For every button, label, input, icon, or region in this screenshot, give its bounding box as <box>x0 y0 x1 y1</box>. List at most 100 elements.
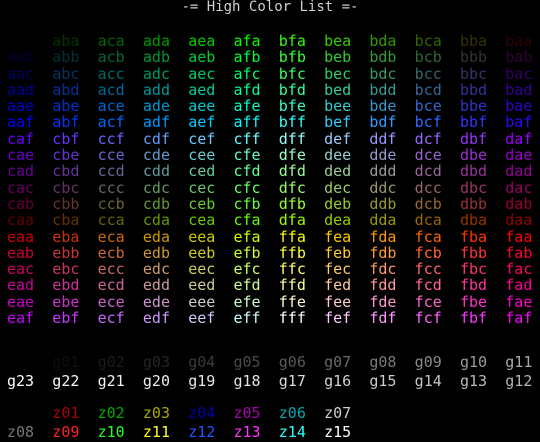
color-swatch-label: eed <box>188 276 216 295</box>
color-swatch-label: bfc <box>278 64 306 83</box>
terminal-color-grid: z00 z01 z02 z03 z04 z05 z06 z07 z08 z09 z10 z11 z12 z… <box>7 404 540 441</box>
color-swatch-label: aca <box>97 32 125 50</box>
color-swatch-label: acc <box>97 64 125 83</box>
color-swatch-label: ccc <box>97 178 125 197</box>
color-swatch-label: dbc <box>459 178 488 197</box>
color-swatch-label: ccf <box>97 129 125 148</box>
color-swatch-label: bee <box>324 97 352 116</box>
color-swatch-label: cac <box>7 178 35 197</box>
color-swatch-label: bbd <box>459 80 488 99</box>
color-swatch-label: ddd <box>369 162 397 181</box>
gray-label: g16 <box>324 371 352 390</box>
color-swatch-label: fca <box>414 227 442 246</box>
color-swatch-label: cfa <box>233 211 261 230</box>
terminal-color-label: z12 <box>188 422 216 441</box>
color-swatch-label: eee <box>188 292 216 311</box>
color-swatch-label: fec <box>324 260 352 279</box>
gray-label: g21 <box>97 371 125 390</box>
color-swatch-label: dac <box>505 178 533 197</box>
color-swatch-label: dda <box>369 211 397 230</box>
color-swatch-label: acb <box>97 48 125 67</box>
color-swatch-label: cfc <box>233 178 261 197</box>
terminal-color-label: z05 <box>233 404 261 422</box>
color-swatch-label: aea <box>188 32 216 50</box>
color-swatch-label: acf <box>97 113 125 132</box>
color-swatch-label: ceb <box>188 194 216 213</box>
color-swatch-label: dcc <box>414 178 442 197</box>
gray-grid: g00 g01 g02 g03 g04 g05 g06 g07 g08 g09 g10 g11 g23 g… <box>7 353 540 390</box>
color-swatch-label: ece <box>97 292 125 311</box>
color-swatch-label: feb <box>324 243 352 262</box>
color-swatch-label: aac <box>7 64 35 83</box>
color-swatch-label: ddb <box>369 194 397 213</box>
color-swatch-label: abd <box>52 80 80 99</box>
color-swatch-label: cff <box>233 129 261 148</box>
color-swatch-label: ada <box>142 32 170 50</box>
color-swatch-label: aab <box>7 48 35 67</box>
color-swatch-label: fdc <box>369 260 397 279</box>
color-swatch-label: beb <box>324 48 352 67</box>
color-swatch-label: eab <box>7 243 35 262</box>
gray-label: g19 <box>188 371 216 390</box>
color-swatch-label: dbb <box>459 194 488 213</box>
color-swatch-label: dec <box>324 178 352 197</box>
color-swatch-label: baf <box>505 113 533 132</box>
color-swatch-label: bbf <box>459 113 488 132</box>
color-swatch-label: daa <box>505 211 533 230</box>
color-swatch-label: dcf <box>414 129 442 148</box>
color-swatch-label: fee <box>324 292 352 311</box>
color-swatch-label: bca <box>414 32 442 50</box>
gray-label: g06 <box>278 353 306 371</box>
color-swatch-label: bdc <box>369 64 397 83</box>
color-swatch-label: cdf <box>142 129 170 148</box>
color-swatch-label: caa <box>7 211 35 230</box>
gray-label: g03 <box>142 353 170 371</box>
color-swatch-label: fcd <box>414 276 442 295</box>
color-swatch-label: efd <box>233 276 261 295</box>
color-swatch-label: dfb <box>278 194 306 213</box>
color-swatch-label: bcf <box>414 113 442 132</box>
color-swatch-label: adb <box>142 48 170 67</box>
color-swatch-label: dbf <box>459 129 488 148</box>
color-swatch-label: eff <box>233 309 261 328</box>
color-swatch-label: cea <box>188 211 216 230</box>
color-swatch-label: dcd <box>414 162 442 181</box>
gray-label: g09 <box>414 353 442 371</box>
gray-label: g11 <box>505 353 533 371</box>
color-swatch-label: fab <box>505 243 533 262</box>
color-swatch-label: cae <box>7 146 35 165</box>
color-swatch-label: dfc <box>278 178 306 197</box>
color-swatch-label: aff <box>233 113 261 132</box>
color-swatch-label: ffb <box>278 243 306 262</box>
color-swatch-label: efe <box>233 292 261 311</box>
color-swatch-label: efc <box>233 260 261 279</box>
color-swatch-label: bcd <box>414 80 442 99</box>
color-swatch-label: afc <box>233 64 261 83</box>
color-swatch-label: dbd <box>459 162 488 181</box>
color-swatch-label: dce <box>414 146 442 165</box>
color-swatch-label: bce <box>414 97 442 116</box>
color-swatch-label: cdd <box>142 162 170 181</box>
color-swatch-label: aae <box>7 97 35 116</box>
color-swatch-label: ddc <box>369 178 397 197</box>
color-swatch-label: aad <box>7 80 35 99</box>
gray-label: g08 <box>369 353 397 371</box>
color-swatch-label: fbb <box>459 243 488 262</box>
color-swatch-label: cad <box>7 162 35 181</box>
color-swatch-label: edd <box>142 276 170 295</box>
color-swatch-label: cec <box>188 178 216 197</box>
color-swatch-label: bff <box>278 113 306 132</box>
terminal-color-label: z15 <box>324 422 352 441</box>
color-swatch-label: bde <box>369 97 397 116</box>
color-swatch-label: cbf <box>52 129 80 148</box>
color-swatch-label: bbe <box>459 97 488 116</box>
gray-label: g18 <box>233 371 261 390</box>
terminal-color-label: z09 <box>52 422 80 441</box>
color-swatch-label: ddf <box>369 129 397 148</box>
gray-label: g01 <box>52 353 80 371</box>
color-swatch-label: ded <box>324 162 352 181</box>
terminal-color-label: z02 <box>97 404 125 422</box>
color-swatch-label: ade <box>142 97 170 116</box>
color-swatch-label: eae <box>7 292 35 311</box>
color-swatch-label: cba <box>52 211 80 230</box>
